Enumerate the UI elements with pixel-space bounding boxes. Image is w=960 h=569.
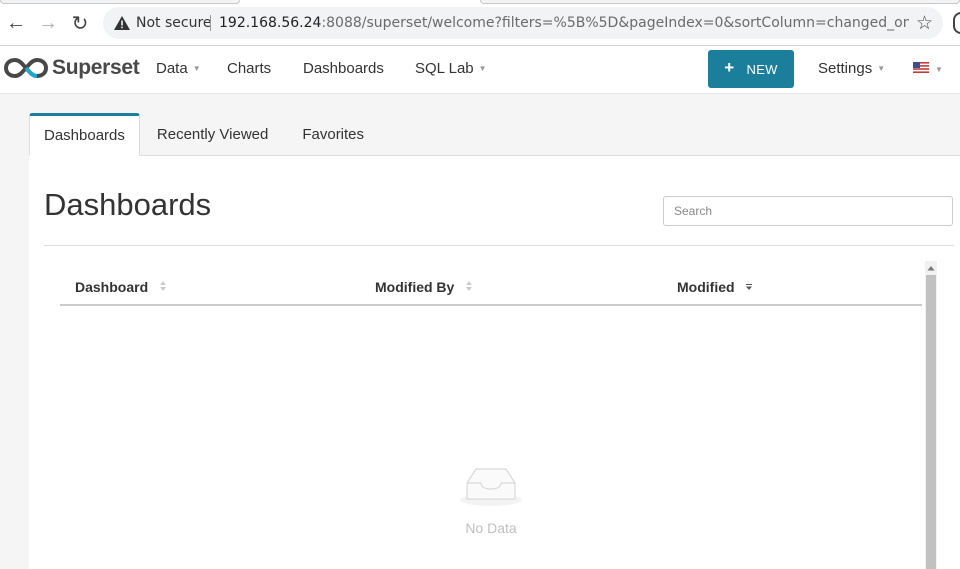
- caret-down-icon[interactable]: ▼: [935, 65, 943, 74]
- security-status[interactable]: Not secure: [136, 15, 212, 31]
- bookmark-star-icon[interactable]: ☆: [916, 12, 933, 35]
- address-bar[interactable]: Not secure 192.168.56.24:8088/superset/w…: [103, 7, 943, 39]
- sort-descending-icon: [746, 281, 753, 291]
- table-header: Dashboard Modified By Modified: [60, 269, 922, 306]
- url-text[interactable]: 192.168.56.24:8088/superset/welcome?filt…: [219, 15, 909, 31]
- superset-logo-icon: [4, 57, 48, 79]
- nav-charts[interactable]: Charts: [227, 60, 271, 77]
- scrollbar-thumb[interactable]: [926, 275, 936, 569]
- empty-state-text: No Data: [465, 520, 517, 536]
- app-navbar: Superset Data ▼ Charts Dashboards SQL Lab…: [0, 46, 960, 94]
- reload-icon[interactable]: ↻: [68, 11, 92, 35]
- forward-arrow-icon[interactable]: →: [36, 11, 60, 35]
- new-button[interactable]: + NEW: [708, 50, 794, 88]
- nav-data[interactable]: Data ▼: [156, 60, 201, 77]
- tab-bar: Dashboards Recently Viewed Favorites: [29, 113, 381, 156]
- browser-tab-edge[interactable]: [0, 0, 240, 4]
- page-title: Dashboards: [44, 187, 212, 222]
- sort-icon: [160, 281, 167, 291]
- us-flag-icon[interactable]: [913, 62, 929, 73]
- search-input[interactable]: [663, 196, 953, 226]
- brand-name: Superset: [52, 56, 140, 79]
- sort-icon: [466, 281, 473, 291]
- empty-state: No Data: [459, 465, 523, 536]
- column-header-modified-by[interactable]: Modified By: [375, 279, 473, 295]
- nav-settings[interactable]: Settings ▼: [818, 60, 885, 77]
- scroll-up-arrow-icon[interactable]: [925, 263, 937, 273]
- warning-icon[interactable]: [113, 14, 131, 32]
- dashboards-panel: Dashboards Dashboard Modified By Modifie…: [29, 156, 960, 569]
- divider: [44, 245, 954, 246]
- tab-favorites[interactable]: Favorites: [285, 113, 381, 156]
- caret-down-icon: ▼: [877, 64, 886, 73]
- profile-icon[interactable]: [953, 12, 960, 34]
- caret-down-icon: ▼: [478, 64, 487, 73]
- divider: [210, 15, 211, 31]
- empty-inbox-icon: [460, 468, 522, 506]
- browser-toolbar: ← → ↻ Not secure 192.168.56.24:8088/supe…: [0, 0, 960, 46]
- caret-down-icon: ▼: [192, 64, 201, 73]
- column-header-dashboard[interactable]: Dashboard: [75, 279, 167, 295]
- column-header-modified[interactable]: Modified: [677, 279, 753, 295]
- vertical-scrollbar[interactable]: [925, 261, 937, 569]
- back-arrow-icon[interactable]: ←: [4, 11, 28, 35]
- nav-sql-lab[interactable]: SQL Lab ▼: [415, 60, 487, 77]
- nav-dashboards[interactable]: Dashboards: [303, 60, 384, 77]
- plus-icon: +: [724, 58, 735, 77]
- tab-dashboards[interactable]: Dashboards: [29, 113, 140, 156]
- tab-recently-viewed[interactable]: Recently Viewed: [140, 113, 285, 156]
- superset-logo[interactable]: Superset: [4, 56, 140, 80]
- browser-tab-edge[interactable]: [480, 0, 960, 4]
